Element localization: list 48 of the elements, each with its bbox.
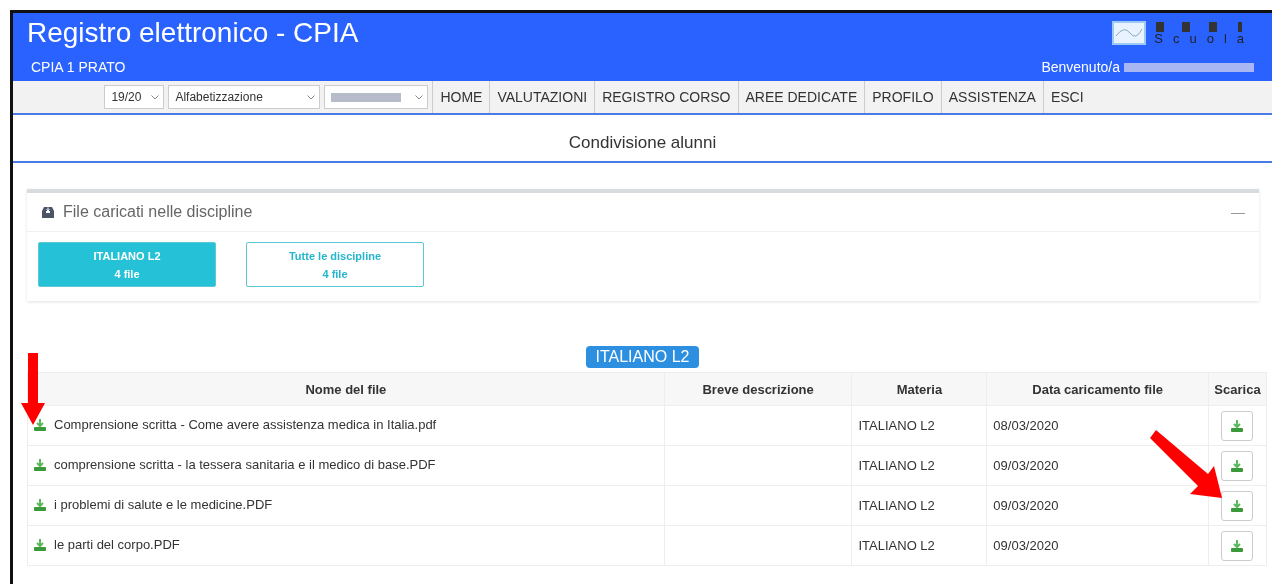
- inbox-icon: [41, 205, 55, 219]
- download-icon: [1231, 499, 1244, 512]
- nav-link[interactable]: HOME: [432, 81, 490, 113]
- download-button[interactable]: [1221, 450, 1254, 481]
- dropdown-field[interactable]: 19/20: [104, 85, 165, 109]
- nav-link[interactable]: AREE DEDICATE: [737, 81, 865, 113]
- table-cell: ITALIANO L2: [852, 445, 987, 486]
- download-icon: [34, 458, 46, 471]
- nav-link[interactable]: ASSISTENZA: [940, 81, 1043, 113]
- download-button[interactable]: [1221, 410, 1254, 441]
- table-cell: 09/03/2020: [986, 525, 1209, 566]
- download-button[interactable]: [1221, 490, 1254, 521]
- chevron-down-icon: [151, 94, 160, 100]
- chevron-down-icon: [415, 94, 424, 100]
- chevron-down-icon: [307, 94, 316, 100]
- panel-title: File caricati nelle discipline: [63, 203, 254, 221]
- download-button[interactable]: [1221, 530, 1254, 561]
- column-header: Nome del file: [27, 372, 665, 406]
- wave-logo-icon: [1112, 21, 1147, 45]
- download-icon: [34, 538, 46, 551]
- dropdown-field[interactable]: Alfabetizzazione: [168, 85, 321, 109]
- download-icon: [1231, 539, 1244, 552]
- nav-link[interactable]: VALUTAZIONI: [489, 81, 595, 113]
- table-cell: ITALIANO L2: [852, 405, 987, 446]
- annotation-arrow-drawing: [21, 353, 45, 425]
- table-cell: ITALIANO L2: [852, 525, 987, 566]
- column-header: Materia: [852, 372, 987, 406]
- file-link[interactable]: i problemi di salute e le medicine.PDF: [34, 497, 273, 513]
- table-cell: ITALIANO L2: [852, 485, 987, 526]
- logo-blocks-icon: [1154, 21, 1245, 33]
- column-header: Breve descrizione: [664, 372, 852, 406]
- download-icon: [1231, 459, 1244, 472]
- section-badge: ITALIANO L2: [585, 346, 700, 368]
- download-icon: [1231, 419, 1244, 432]
- nav-link[interactable]: REGISTRO CORSO: [594, 81, 738, 113]
- dropdown-field[interactable]: [324, 85, 429, 109]
- logo-text: Scuola: [1154, 33, 1254, 45]
- download-icon: [34, 498, 46, 511]
- school-name: CPIA 1 PRATO: [31, 59, 126, 75]
- page-heading: Condivisione alunni: [13, 115, 1272, 163]
- download-icon: [34, 418, 46, 431]
- app-title: Registro elettronico - CPIA: [27, 17, 359, 49]
- file-link[interactable]: le parti del corpo.PDF: [34, 537, 180, 553]
- column-header: Scarica: [1208, 372, 1267, 406]
- welcome-text: Benvenuto/a: [1041, 59, 1120, 75]
- nav-link[interactable]: PROFILO: [864, 81, 941, 113]
- nav-link[interactable]: ESCI: [1042, 81, 1091, 113]
- column-header: Data caricamento file: [986, 372, 1209, 406]
